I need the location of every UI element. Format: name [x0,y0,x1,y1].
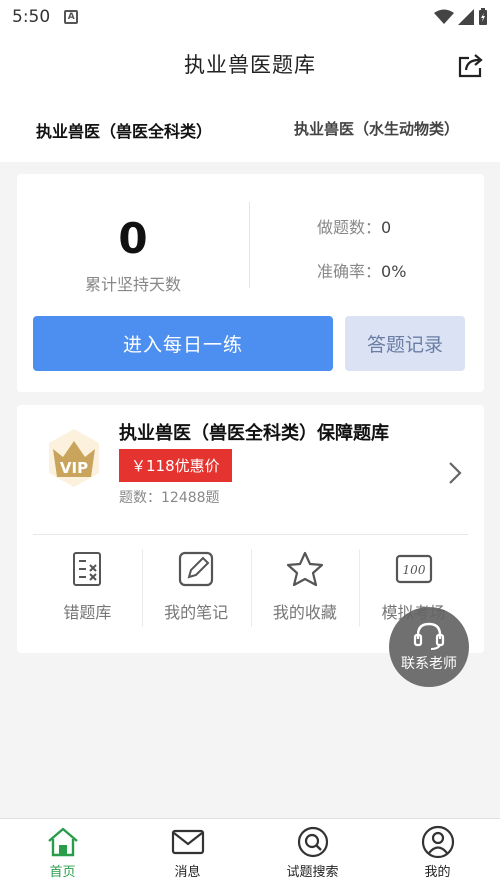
bottom-nav: 首页 消息 试题搜索 我的 [0,818,500,888]
tab-general-veterinary[interactable]: 执业兽医（兽医全科类） [36,118,212,142]
chevron-right-icon[interactable] [448,461,462,485]
star-icon [286,551,323,587]
home-icon [47,827,78,857]
questions-done: 做题数：0 [317,214,391,238]
notes-icon [179,551,214,587]
page-title: 执业兽医题库 [184,53,316,77]
contact-teacher-button[interactable]: 联系老师 [389,607,469,687]
contact-teacher-label: 联系老师 [401,656,457,672]
answer-record-button[interactable]: 答题记录 [345,316,465,371]
nav-question-search[interactable]: 试题搜索 [250,819,375,888]
exam-icon: 100 [395,554,432,584]
share-button[interactable] [456,50,486,80]
category-tabs: 执业兽医（兽医全科类） 执业兽医（水生动物类） [0,94,500,162]
nav-messages-label: 消息 [174,865,201,880]
stats-divider [249,202,250,288]
nav-question-search-label: 试题搜索 [286,865,339,880]
tool-wrong-questions[interactable]: 错题库 [33,535,142,645]
streak-days-value: 0 [118,214,148,263]
app-header: 执业兽医题库 [0,34,500,94]
question-count: 题数：12488题 [119,490,220,506]
status-bar: 5:50 A [0,0,500,34]
question-bank-title: 执业兽医（兽医全科类）保障题库 [119,423,389,444]
nav-profile[interactable]: 我的 [375,819,500,888]
search-icon [297,826,328,858]
questions-done-value: 0 [381,218,392,237]
tool-my-notes-label: 我的笔记 [164,603,229,622]
mail-icon [171,829,204,855]
headset-icon [413,622,445,650]
battery-icon [479,8,487,25]
status-icons [434,8,488,26]
signal-icon [458,9,474,25]
nav-home[interactable]: 首页 [0,819,125,888]
daily-practice-button[interactable]: 进入每日一练 [33,316,333,371]
tab-aquatic-animals[interactable]: 执业兽医（水生动物类） [294,118,459,139]
profile-icon [421,825,454,859]
nav-home-label: 首页 [49,865,76,880]
notification-icon: A [64,10,79,24]
vip-text: VIP [60,459,88,477]
streak-days-label: 累计坚持天数 [84,275,181,294]
accuracy-label: 准确率： [317,262,382,281]
status-time: 5:50 [12,7,51,27]
price-badge: ￥118优惠价 [119,449,232,482]
accuracy: 准确率：0% [317,258,406,282]
vip-crown-icon: VIP [49,429,99,487]
tool-wrong-questions-label: 错题库 [63,603,112,622]
tool-my-favorites[interactable]: 我的收藏 [250,535,360,645]
stats-card: 0 累计坚持天数 做题数：0 准确率：0% 进入每日一练 答题记录 [17,174,484,392]
wifi-icon [434,9,454,24]
tool-my-favorites-label: 我的收藏 [272,603,337,622]
questions-done-label: 做题数： [317,218,382,237]
svg-text:100: 100 [402,563,425,577]
accuracy-value: 0% [381,262,407,281]
share-icon [458,54,483,78]
nav-profile-label: 我的 [424,865,451,880]
nav-messages[interactable]: 消息 [125,819,250,888]
wrong-questions-icon [73,552,102,586]
tool-my-notes[interactable]: 我的笔记 [141,535,251,645]
